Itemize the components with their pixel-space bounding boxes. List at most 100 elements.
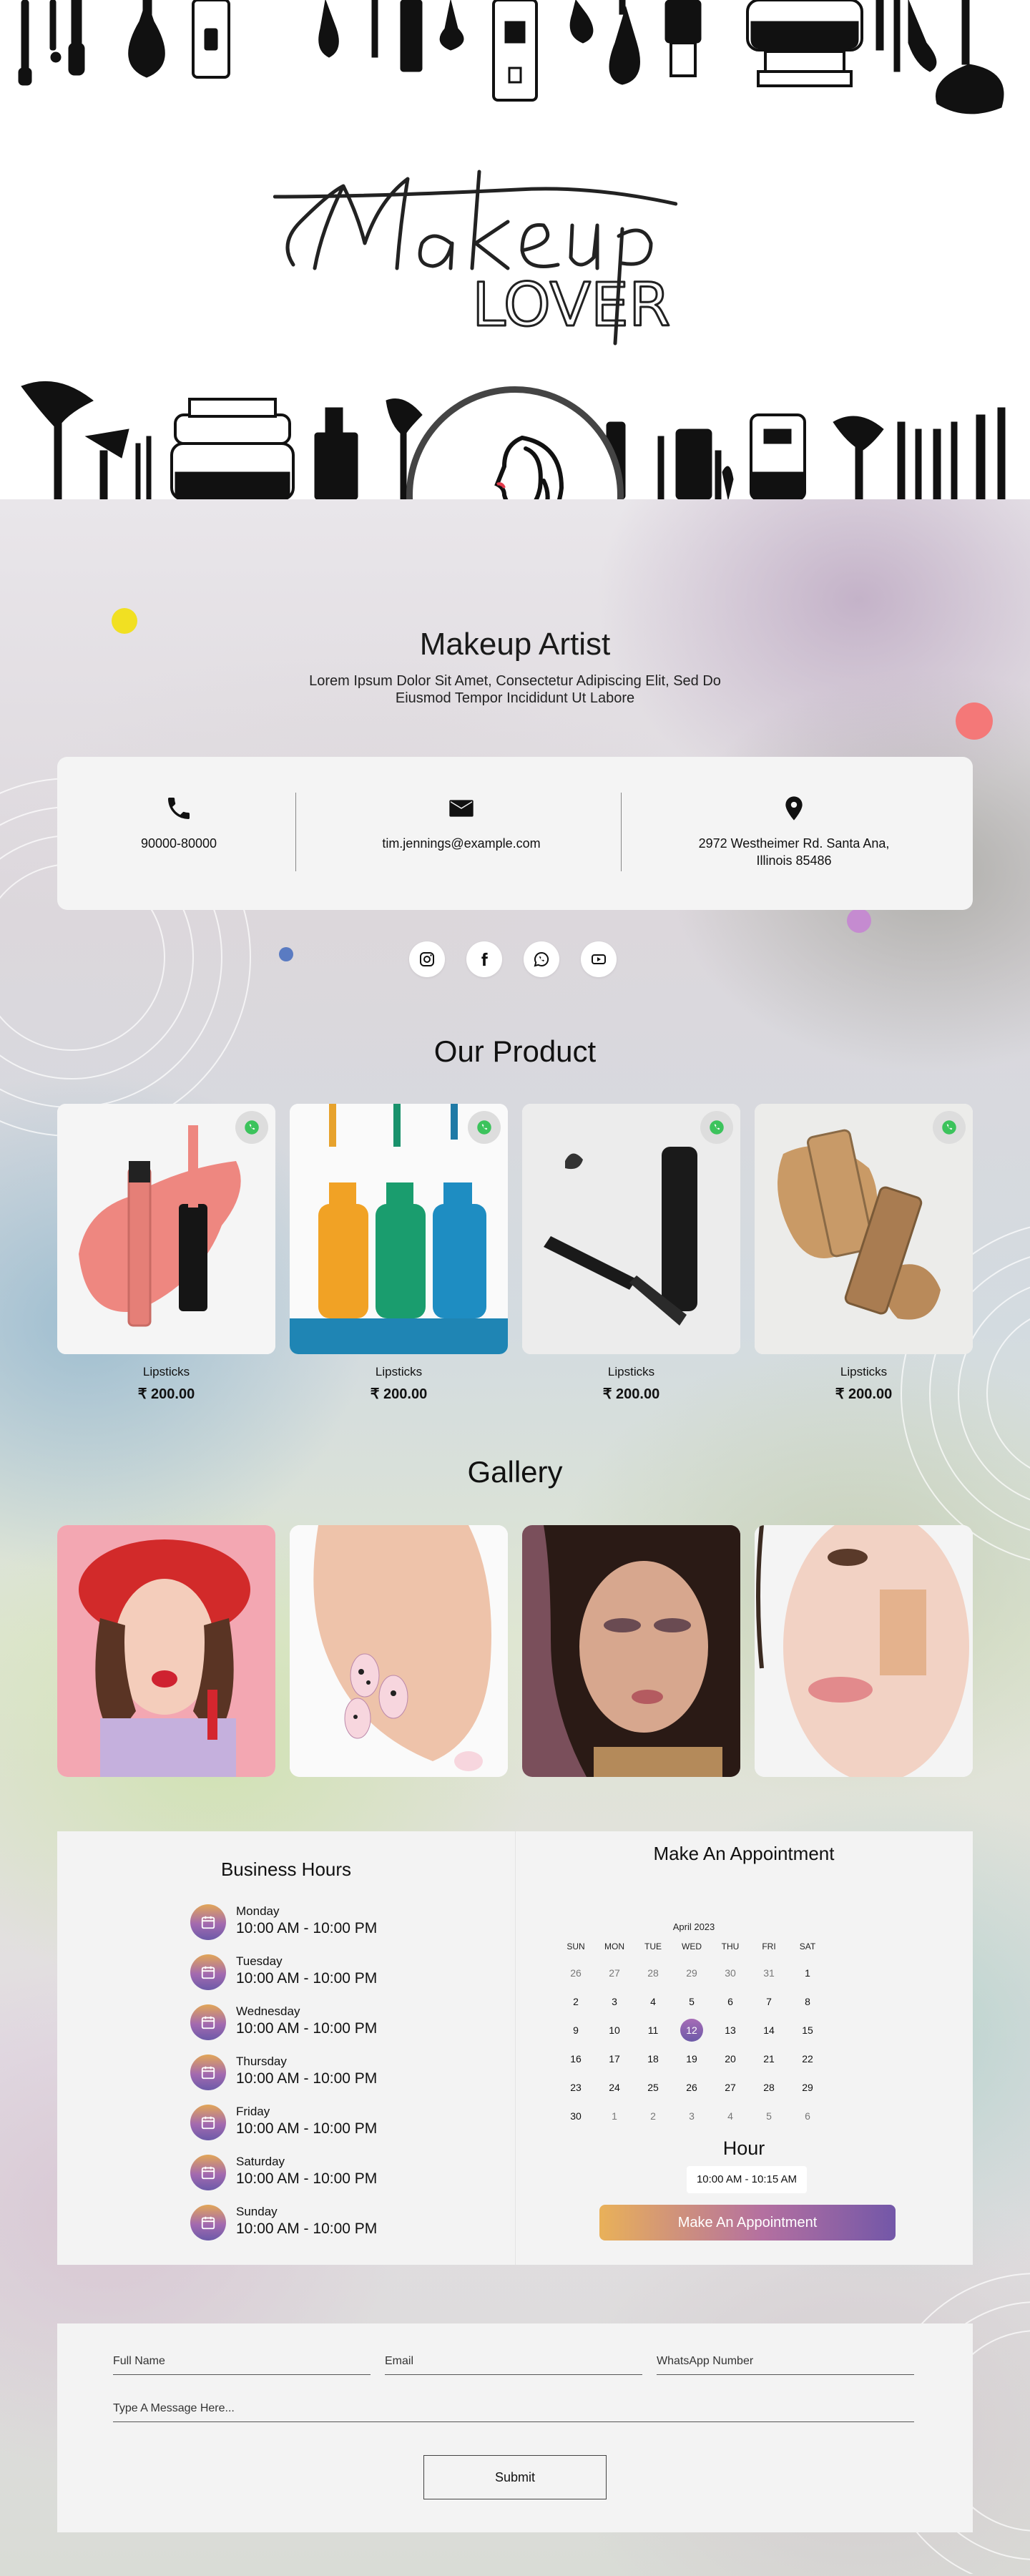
product-price: ₹ 200.00 [370,1386,428,1402]
full-name-field[interactable]: Full Name [113,2346,371,2375]
calendar-day[interactable]: 30 [558,2105,594,2127]
calendar-day-number: 18 [647,2053,659,2065]
contact-address[interactable]: 2972 Westheimer Rd. Santa Ana, Illinois … [629,757,958,910]
calendar-day-number: 28 [647,1967,659,1979]
calendar-day[interactable]: 28 [635,1962,671,1984]
hours-time: 10:00 AM - 10:00 PM [236,1920,378,1936]
calendar-day[interactable]: 19 [674,2047,710,2070]
calendar-day[interactable]: 30 [712,1962,748,1984]
calendar-day[interactable]: 26 [558,1962,594,1984]
instagram-button[interactable] [409,941,445,977]
product-name: Lipsticks [607,1365,655,1378]
calendar-day[interactable]: 23 [558,2076,594,2099]
calendar-day-number: 31 [763,1967,775,1979]
whatsapp-order-button[interactable] [933,1111,966,1144]
calendar-day[interactable]: 3 [597,1990,632,2013]
calendar-day[interactable]: 13 [712,2019,748,2042]
calendar-day[interactable]: 27 [712,2076,748,2099]
woman-face-icon: beauty [494,436,564,499]
calendar-day[interactable]: 2 [558,1990,594,2013]
youtube-button[interactable] [581,941,617,977]
calendar-day[interactable]: 17 [597,2047,632,2070]
product-card[interactable] [522,1104,740,1354]
calendar-day[interactable]: 29 [790,2076,825,2099]
hour-slot-select[interactable]: 10:00 AM - 10:15 AM [687,2166,807,2193]
calendar-icon [190,2155,226,2190]
hours-row: Wednesday 10:00 AM - 10:00 PM [190,2003,419,2043]
whatsapp-order-button[interactable] [700,1111,733,1144]
calendar-day[interactable]: 4 [635,1990,671,2013]
calendar-day[interactable]: 2 [635,2105,671,2127]
hero-banner: LOVER [0,0,1030,499]
product-price: ₹ 200.00 [602,1386,660,1402]
calendar-day-number: 26 [570,1967,582,1979]
calendar-day[interactable]: 21 [751,2047,787,2070]
calendar-day[interactable]: 29 [674,1962,710,1984]
whatsapp-order-button[interactable] [235,1111,268,1144]
calendar-day[interactable]: 6 [790,2105,825,2127]
gallery-image-lipstick-woman[interactable] [57,1525,275,1777]
mail-icon [449,800,474,817]
calendar-day[interactable]: 5 [751,2105,787,2127]
calendar-day[interactable]: 5 [674,1990,710,2013]
contact-divider [621,793,622,871]
calendar-icon [190,2055,226,2090]
calendar-day[interactable]: 20 [712,2047,748,2070]
calendar-day[interactable]: 1 [790,1962,825,1984]
product-card[interactable] [290,1104,508,1354]
calendar-day[interactable]: 3 [674,2105,710,2127]
calendar-day-selected[interactable]: 12 [674,2019,710,2042]
contact-email[interactable]: tim.jennings@example.com [300,757,622,910]
calendar-day[interactable]: 7 [751,1990,787,2013]
contact-phone[interactable]: 90000-80000 [57,757,300,910]
message-field[interactable]: Type A Message Here... [113,2394,914,2422]
address-text: 2972 Westheimer Rd. Santa Ana, Illinois … [698,836,890,868]
calendar-day[interactable]: 14 [751,2019,787,2042]
calendar-day[interactable]: 15 [790,2019,825,2042]
calendar-day-number: 30 [725,1967,736,1979]
calendar-day[interactable]: 28 [751,2076,787,2099]
calendar-day[interactable]: 16 [558,2047,594,2070]
calendar-weekday: FRI [762,1941,776,1951]
whatsapp-number-field[interactable]: WhatsApp Number [657,2346,914,2375]
calendar-day[interactable]: 10 [597,2019,632,2042]
facebook-button[interactable] [466,941,502,977]
calendar-day[interactable]: 4 [712,2105,748,2127]
calendar-day[interactable]: 8 [790,1990,825,2013]
calendar-day-number: 28 [763,2082,775,2093]
calendar-day[interactable]: 1 [597,2105,632,2127]
phone-text: 90000-80000 [140,836,217,851]
gallery-image-nails[interactable] [290,1525,508,1777]
hours-row: Thursday 10:00 AM - 10:00 PM [190,2053,419,2093]
calendar-day[interactable]: 22 [790,2047,825,2070]
calendar-day[interactable]: 6 [712,1990,748,2013]
whatsapp-icon [534,951,549,967]
calendar-day[interactable]: 18 [635,2047,671,2070]
calendar-day[interactable]: 31 [751,1962,787,1984]
whatsapp-button[interactable] [524,941,559,977]
product-price: ₹ 200.00 [835,1386,893,1402]
gallery-image-foundation-face[interactable] [755,1525,973,1777]
product-card[interactable] [755,1104,973,1354]
calendar-day-number: 4 [650,1996,656,2007]
email-field[interactable]: Email [385,2346,642,2375]
calendar-day-number: 6 [727,1996,733,2007]
calendar-day[interactable]: 9 [558,2019,594,2042]
calendar-day[interactable]: 25 [635,2076,671,2099]
calendar-day[interactable]: 27 [597,1962,632,1984]
submit-button[interactable]: Submit [423,2455,607,2499]
location-pin-icon [785,796,803,821]
hours-day: Thursday [236,2055,287,2068]
product-name: Lipsticks [142,1365,190,1378]
whatsapp-order-button[interactable] [468,1111,501,1144]
hours-row: Saturday 10:00 AM - 10:00 PM [190,2153,419,2193]
calendar-day[interactable]: 11 [635,2019,671,2042]
hours-time: 10:00 AM - 10:00 PM [236,2170,378,2187]
calendar-day[interactable]: 26 [674,2076,710,2099]
calendar-day[interactable]: 24 [597,2076,632,2099]
gallery-image-eye-makeup[interactable] [522,1525,740,1777]
product-card[interactable] [57,1104,275,1354]
make-appointment-button[interactable]: Make An Appointment [599,2205,896,2240]
calendar-day-number: 1 [612,2110,617,2122]
panel-divider [515,1831,516,2265]
